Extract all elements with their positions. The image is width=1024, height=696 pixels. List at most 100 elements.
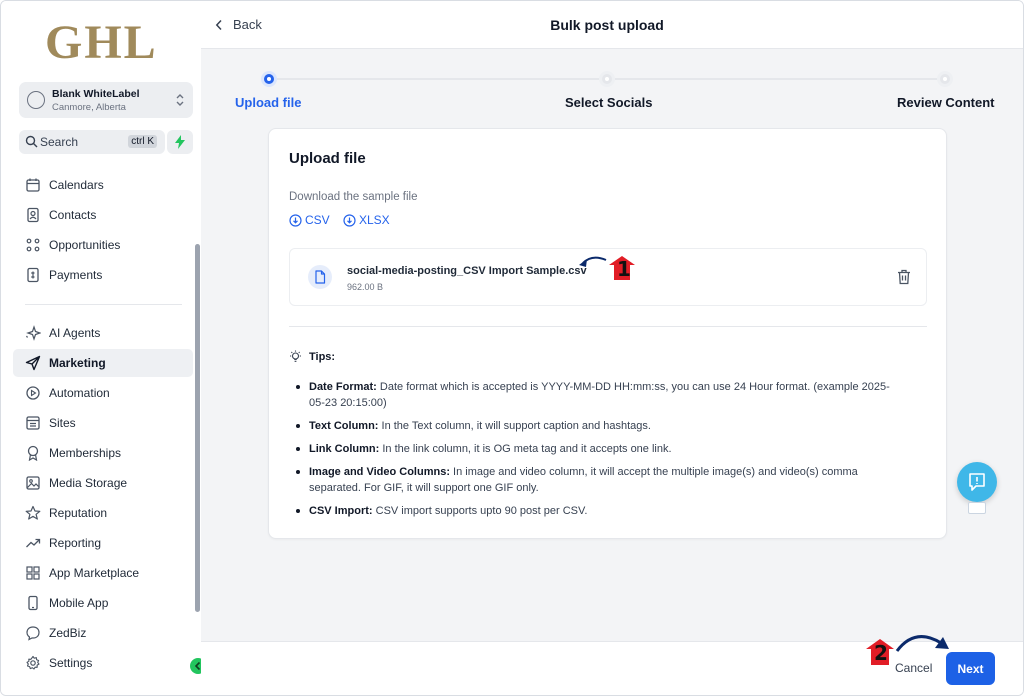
annotation-number: 2 [874,641,888,665]
app-window: GHL Blank WhiteLabel Canmore, Alberta Se… [0,0,1024,696]
tip-item: Link Column: In the link column, it is O… [289,441,904,457]
sidebar-item-marketing[interactable]: Marketing [13,349,193,377]
sites-icon [26,416,40,430]
search-label: Search [40,135,79,149]
tip-item: Date Format: Date format which is accept… [289,379,904,411]
trash-icon[interactable] [897,269,911,285]
page-header: Back Bulk post upload [201,1,1023,49]
sidebar-item-media-storage[interactable]: Media Storage [13,469,193,497]
annotation-arrow [579,256,607,267]
lightbulb-icon [290,350,301,362]
search-icon [25,135,38,148]
sidebar: GHL Blank WhiteLabel Canmore, Alberta Se… [1,1,206,695]
download-xlsx-link[interactable]: XLSX [343,213,390,227]
sidebar-divider [25,304,182,305]
star-icon [25,505,41,520]
sidebar-item-label: Marketing [49,356,106,370]
sidebar-item-ai-agents[interactable]: AI Agents [13,319,193,347]
sidebar-item-opportunities[interactable]: Opportunities [13,231,193,259]
download-csv-label: CSV [305,213,330,227]
sidebar-item-label: Contacts [49,208,97,222]
card-divider [289,326,927,327]
account-name: Blank WhiteLabel [52,88,140,100]
sidebar-item-label: Payments [49,268,103,282]
step-label-review-content: Review Content [897,95,995,110]
brand-logo[interactable]: GHL [45,15,158,70]
sidebar-item-label: Reputation [49,506,108,520]
sidebar-item-settings[interactable]: Settings [13,649,193,677]
trend-icon [26,538,41,548]
file-name: social-media-posting_CSV Import Sample.c… [347,265,587,277]
tip-title: Image and Video Columns: [309,466,450,478]
sidebar-item-zedbiz[interactable]: ZedBiz [13,619,193,647]
sidebar-item-mobile-app[interactable]: Mobile App [13,589,193,617]
page-title: Bulk post upload [550,17,664,33]
search-shortcut: ctrl K [128,135,157,148]
search-button[interactable]: Search ctrl K [19,130,165,154]
tip-title: Text Column: [309,420,379,432]
step-label-select-socials: Select Socials [565,95,653,110]
lightning-icon [175,135,185,149]
sidebar-item-app-marketplace[interactable]: App Marketplace [13,559,193,587]
sidebar-scrollbar[interactable] [195,244,200,612]
sidebar-item-payments[interactable]: Payments [13,261,193,289]
account-location: Canmore, Alberta [52,102,126,113]
download-xlsx-label: XLSX [359,213,390,227]
cancel-button[interactable]: Cancel [895,661,932,675]
annotation-number: 1 [617,257,631,281]
send-icon [25,355,41,371]
upload-card: Upload file Download the sample file CSV… [268,128,947,539]
grid-icon [26,566,40,580]
sidebar-item-label: Reporting [49,536,102,550]
tip-title: Date Format: [309,381,377,393]
annotation-badge: 1 [608,255,636,281]
feedback-secondary-icon[interactable] [968,502,986,514]
main-content: Back Bulk post upload Upload file Select… [201,1,1023,695]
sidebar-item-label: Settings [49,656,93,670]
download-icon [343,213,356,227]
sidebar-item-automation[interactable]: Automation [13,379,193,407]
download-csv-link[interactable]: CSV [289,213,330,227]
location-avatar-icon [27,91,45,109]
sidebar-item-reputation[interactable]: Reputation [13,499,193,527]
tip-text: Date format which is accepted is YYYY-MM… [309,381,890,409]
opportunities-icon [26,238,40,252]
tip-item: Text Column: In the Text column, it will… [289,418,904,434]
tip-text: In the Text column, it will support capt… [378,420,651,432]
tips-list: Date Format: Date format which is accept… [289,379,904,526]
tip-item: CSV Import: CSV import supports upto 90 … [289,503,904,519]
chat-icon [26,626,40,641]
sidebar-item-label: Automation [49,386,110,400]
annotation-badge: 2 [865,638,895,666]
sidebar-item-label: ZedBiz [49,626,87,640]
account-switcher[interactable]: Blank WhiteLabel Canmore, Alberta [19,82,193,118]
sidebar-item-memberships[interactable]: Memberships [13,439,193,467]
step-indicator-review-content [937,71,953,87]
gear-icon [26,655,40,670]
sidebar-item-label: Calendars [49,178,104,192]
sidebar-item-label: Media Storage [49,476,128,490]
sidebar-item-label: Mobile App [49,596,109,610]
sidebar-item-label: AI Agents [49,326,101,340]
step-connector [277,78,599,80]
step-indicator-upload-file [261,71,277,87]
sidebar-item-reporting[interactable]: Reporting [13,529,193,557]
chevron-updown-icon [176,94,184,106]
memberships-icon [27,445,39,461]
sidebar-item-sites[interactable]: Sites [13,409,193,437]
download-icon [289,213,302,227]
sparkle-icon [26,325,41,341]
sidebar-item-contacts[interactable]: Contacts [13,201,193,229]
sidebar-item-calendars[interactable]: Calendars [13,171,193,199]
feedback-button[interactable] [957,462,997,502]
feedback-icon [969,473,985,491]
tip-item: Image and Video Columns: In image and vi… [289,464,904,496]
sidebar-item-label: Sites [49,416,76,430]
automation-icon [26,386,40,400]
step-label-upload-file: Upload file [235,95,302,110]
payments-icon [27,267,39,283]
annotation-arrow [895,635,949,652]
image-icon [26,476,40,490]
quick-actions-button[interactable] [167,130,193,154]
next-button[interactable]: Next [946,652,995,685]
